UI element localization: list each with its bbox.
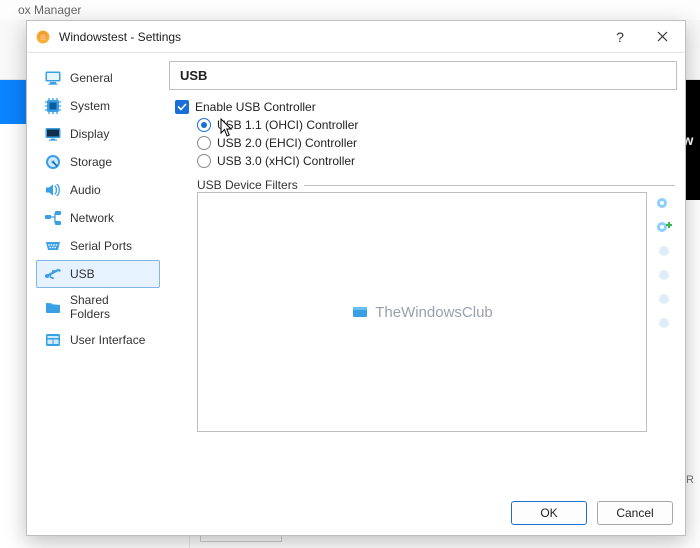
usb-icon	[44, 265, 62, 283]
enable-usb-checkbox[interactable]	[175, 100, 189, 114]
settings-page: USB Enable USB Controller USB 1.1 (OHCI)…	[169, 61, 677, 483]
dialog-title: Windowstest - Settings	[59, 30, 595, 44]
sidebar-item-label: User Interface	[70, 333, 145, 347]
sidebar-item-audio[interactable]: Audio	[36, 176, 160, 204]
sidebar-item-system[interactable]: System	[36, 92, 160, 120]
app-icon	[35, 29, 51, 45]
usb20-label: USB 2.0 (EHCI) Controller	[217, 136, 357, 150]
usb30-radio[interactable]	[197, 154, 211, 168]
enable-usb-label: Enable USB Controller	[195, 100, 316, 114]
usb11-label: USB 1.1 (OHCI) Controller	[217, 118, 358, 132]
watermark-icon	[351, 303, 369, 321]
usb30-row[interactable]: USB 3.0 (xHCI) Controller	[197, 154, 675, 168]
usb30-label: USB 3.0 (xHCI) Controller	[217, 154, 355, 168]
sidebar-item-label: USB	[70, 267, 95, 281]
filters-toolbar	[653, 192, 675, 432]
add-empty-filter-button[interactable]	[655, 194, 673, 212]
close-button[interactable]	[645, 25, 679, 49]
watermark-text: TheWindowsClub	[375, 304, 493, 321]
storage-icon	[44, 153, 62, 171]
parent-title: ox Manager	[0, 0, 700, 20]
filters-group-label: USB Device Filters	[197, 178, 304, 192]
page-title: USB	[169, 61, 677, 90]
serial-port-icon	[44, 237, 62, 255]
sidebar-item-label: Serial Ports	[70, 239, 132, 253]
settings-category-list: General System Display Storage	[35, 61, 161, 483]
remove-filter-button	[655, 266, 673, 284]
usb20-radio[interactable]	[197, 136, 211, 150]
sidebar-item-label: Storage	[70, 155, 112, 169]
sidebar-item-network[interactable]: Network	[36, 204, 160, 232]
sidebar-item-user-interface[interactable]: User Interface	[36, 326, 160, 354]
settings-dialog: Windowstest - Settings ? General System	[26, 20, 686, 536]
move-filter-down-button	[655, 314, 673, 332]
usb20-row[interactable]: USB 2.0 (EHCI) Controller	[197, 136, 675, 150]
audio-icon	[44, 181, 62, 199]
usb-device-filters-list[interactable]: TheWindowsClub	[197, 192, 647, 432]
watermark: TheWindowsClub	[198, 303, 646, 321]
network-icon	[44, 209, 62, 227]
add-filter-from-device-button[interactable]	[655, 218, 673, 236]
sidebar-item-shared-folders[interactable]: Shared Folders	[36, 288, 160, 326]
chip-icon	[44, 97, 62, 115]
sidebar-item-label: Audio	[70, 183, 101, 197]
filters-group-label-row: USB Device Filters	[197, 178, 675, 192]
divider	[304, 185, 675, 186]
sidebar-item-serial-ports[interactable]: Serial Ports	[36, 232, 160, 260]
sidebar-item-usb[interactable]: USB	[36, 260, 160, 288]
usb11-row[interactable]: USB 1.1 (OHCI) Controller	[197, 118, 675, 132]
sidebar-item-label: System	[70, 99, 110, 113]
display-icon	[44, 125, 62, 143]
dialog-titlebar: Windowstest - Settings ?	[27, 21, 685, 53]
monitor-icon	[44, 69, 62, 87]
sidebar-item-general[interactable]: General	[36, 64, 160, 92]
edit-filter-button	[655, 242, 673, 260]
ui-icon	[44, 331, 62, 349]
move-filter-up-button	[655, 290, 673, 308]
sidebar-item-label: Shared Folders	[70, 293, 152, 321]
enable-usb-row[interactable]: Enable USB Controller	[175, 100, 675, 114]
sidebar-item-storage[interactable]: Storage	[36, 148, 160, 176]
sidebar-item-display[interactable]: Display	[36, 120, 160, 148]
help-button[interactable]: ?	[603, 25, 637, 49]
folder-icon	[44, 298, 62, 316]
dialog-footer: OK Cancel	[27, 491, 685, 535]
sidebar-item-label: Network	[70, 211, 114, 225]
usb11-radio[interactable]	[197, 118, 211, 132]
cancel-button[interactable]: Cancel	[597, 501, 673, 525]
sidebar-item-label: Display	[70, 127, 109, 141]
ok-button[interactable]: OK	[511, 501, 587, 525]
sidebar-item-label: General	[70, 71, 113, 85]
